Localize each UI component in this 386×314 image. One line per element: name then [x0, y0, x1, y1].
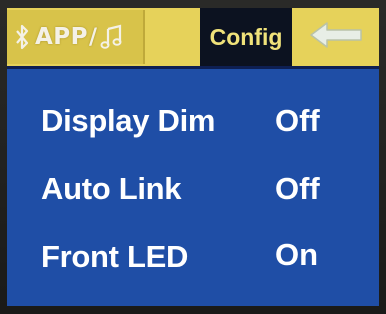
- setting-label-display-dim: Display Dim: [41, 103, 216, 138]
- tab-separator: /: [89, 24, 98, 50]
- back-button[interactable]: [294, 10, 379, 64]
- tab-empty[interactable]: [145, 10, 199, 64]
- setting-value-auto-link[interactable]: Off: [275, 170, 320, 208]
- tab-bar: APP / Config: [7, 8, 379, 69]
- tab-app-label: APP: [35, 24, 89, 50]
- device-screen: APP / Config Display Dim Off Auto Link O…: [7, 8, 379, 306]
- tab-app[interactable]: APP /: [7, 10, 145, 64]
- tab-config[interactable]: Config: [200, 8, 292, 66]
- music-note-icon: [99, 22, 125, 52]
- setting-label-auto-link: Auto Link: [41, 171, 182, 206]
- setting-value-front-led[interactable]: On: [275, 236, 318, 274]
- bluetooth-icon: [15, 22, 29, 52]
- setting-value-display-dim[interactable]: Off: [275, 102, 320, 140]
- tab-config-label: Config: [209, 23, 283, 50]
- back-arrow-icon: [309, 20, 365, 54]
- setting-label-front-led: Front LED: [41, 239, 189, 274]
